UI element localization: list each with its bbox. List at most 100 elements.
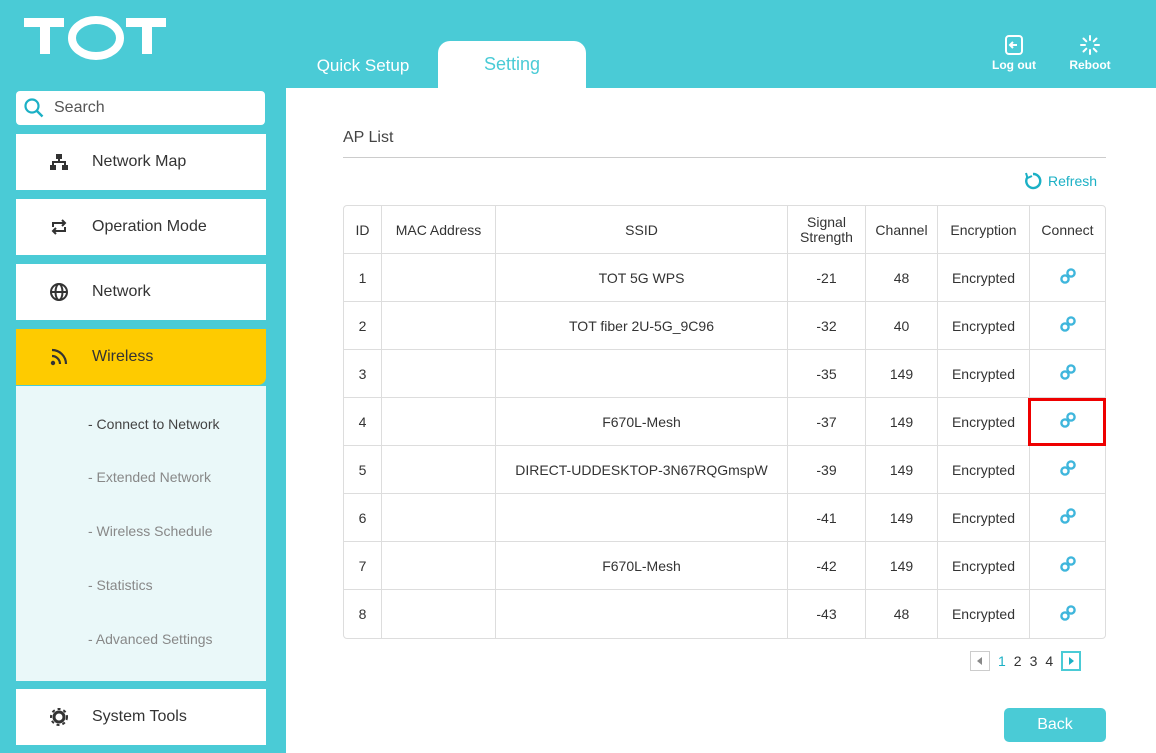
page-4[interactable]: 4 bbox=[1045, 653, 1053, 669]
page-3[interactable]: 3 bbox=[1030, 653, 1038, 669]
connect-link-icon[interactable] bbox=[1059, 411, 1077, 432]
sidebar-item-label: Wireless bbox=[92, 348, 154, 365]
refresh-button[interactable]: Refresh bbox=[1024, 172, 1097, 190]
cell-signal-strength: -41 bbox=[788, 494, 866, 542]
cell-connect bbox=[1030, 254, 1105, 302]
tab-quick-setup[interactable]: Quick Setup bbox=[296, 44, 430, 84]
cell-encryption: Encrypted bbox=[938, 350, 1030, 398]
cell-connect bbox=[1030, 302, 1105, 350]
cell-ssid: DIRECT-UDDESKTOP-3N67RQGmspW bbox=[496, 446, 788, 494]
reboot-icon bbox=[1080, 35, 1100, 55]
search-icon bbox=[24, 98, 44, 118]
cell-signal-strength: -35 bbox=[788, 350, 866, 398]
cell-signal-strength: -32 bbox=[788, 302, 866, 350]
table-row: 8 -43 48 Encrypted bbox=[344, 590, 1105, 638]
prev-page-button[interactable] bbox=[970, 651, 990, 671]
sidebar-item-label: Network Map bbox=[92, 153, 187, 170]
submenu-wireless-schedule[interactable]: - Wireless Schedule bbox=[88, 523, 213, 539]
cell-channel: 48 bbox=[866, 254, 938, 302]
cell-channel: 149 bbox=[866, 494, 938, 542]
cell-id: 7 bbox=[344, 542, 382, 590]
cell-connect bbox=[1030, 542, 1105, 590]
cell-connect bbox=[1030, 590, 1105, 638]
submenu-advanced-settings[interactable]: - Advanced Settings bbox=[88, 631, 213, 647]
sidebar: Search Network Map Operation Mode Networ… bbox=[0, 88, 286, 753]
cell-connect bbox=[1030, 446, 1105, 494]
sidebar-item-system-tools[interactable]: System Tools bbox=[16, 689, 266, 745]
reboot-button[interactable]: Reboot bbox=[1058, 34, 1122, 78]
cell-mac-address bbox=[382, 542, 496, 590]
cell-id: 3 bbox=[344, 350, 382, 398]
cell-connect bbox=[1030, 398, 1105, 446]
cell-mac-address bbox=[382, 494, 496, 542]
cell-id: 4 bbox=[344, 398, 382, 446]
cell-signal-strength: -21 bbox=[788, 254, 866, 302]
top-bar: Quick Setup Setting Log out Reboot bbox=[0, 0, 1156, 88]
sidebar-item-label: Network bbox=[92, 283, 151, 300]
sidebar-item-wireless[interactable]: Wireless bbox=[16, 329, 266, 385]
chevron-right-icon bbox=[1069, 657, 1075, 665]
page-2[interactable]: 2 bbox=[1014, 653, 1022, 669]
col-id: ID bbox=[344, 206, 382, 254]
col-connect: Connect bbox=[1030, 206, 1105, 254]
operation-mode-icon bbox=[48, 216, 70, 238]
cell-id: 8 bbox=[344, 590, 382, 638]
cell-mac-address bbox=[382, 398, 496, 446]
cell-channel: 149 bbox=[866, 446, 938, 494]
cell-ssid bbox=[496, 590, 788, 638]
back-button[interactable]: Back bbox=[1004, 708, 1106, 742]
logout-label: Log out bbox=[992, 58, 1036, 72]
cell-ssid: TOT fiber 2U-5G_9C96 bbox=[496, 302, 788, 350]
connect-link-icon[interactable] bbox=[1059, 267, 1077, 288]
wireless-submenu: - Connect to Network - Extended Network … bbox=[16, 386, 266, 681]
logout-icon bbox=[1005, 35, 1023, 55]
table-row: 7 F670L-Mesh -42 149 Encrypted bbox=[344, 542, 1105, 590]
cell-ssid bbox=[496, 494, 788, 542]
page-title: AP List bbox=[343, 129, 394, 146]
col-channel: Channel bbox=[866, 206, 938, 254]
submenu-connect-to-network[interactable]: - Connect to Network bbox=[88, 416, 220, 432]
cell-encryption: Encrypted bbox=[938, 542, 1030, 590]
cell-channel: 40 bbox=[866, 302, 938, 350]
main-content: AP List Refresh ID MAC Address SSID Sign… bbox=[286, 88, 1156, 753]
cell-encryption: Encrypted bbox=[938, 446, 1030, 494]
connect-link-icon[interactable] bbox=[1059, 555, 1077, 576]
refresh-icon bbox=[1025, 172, 1042, 190]
connect-link-icon[interactable] bbox=[1059, 507, 1077, 528]
table-row: 1 TOT 5G WPS -21 48 Encrypted bbox=[344, 254, 1105, 302]
logout-button[interactable]: Log out bbox=[982, 34, 1046, 78]
sidebar-item-network-map[interactable]: Network Map bbox=[16, 134, 266, 190]
sidebar-item-operation-mode[interactable]: Operation Mode bbox=[16, 199, 266, 255]
sidebar-item-network[interactable]: Network bbox=[16, 264, 266, 320]
submenu-extended-network[interactable]: - Extended Network bbox=[88, 469, 211, 485]
cell-signal-strength: -43 bbox=[788, 590, 866, 638]
connect-link-icon[interactable] bbox=[1059, 459, 1077, 480]
col-signal-strength: Signal Strength bbox=[788, 206, 866, 254]
cell-encryption: Encrypted bbox=[938, 302, 1030, 350]
gear-icon bbox=[48, 706, 70, 728]
sidebar-item-label: System Tools bbox=[92, 708, 187, 725]
col-mac-address: MAC Address bbox=[382, 206, 496, 254]
table-row: 5 DIRECT-UDDESKTOP-3N67RQGmspW -39 149 Encry… bbox=[344, 446, 1105, 494]
cell-channel: 149 bbox=[866, 398, 938, 446]
wireless-icon bbox=[48, 346, 70, 368]
cell-encryption: Encrypted bbox=[938, 254, 1030, 302]
connect-link-icon[interactable] bbox=[1059, 315, 1077, 336]
chevron-left-icon bbox=[977, 657, 982, 665]
connect-link-icon[interactable] bbox=[1059, 604, 1077, 625]
col-encryption: Encryption bbox=[938, 206, 1030, 254]
search-box[interactable]: Search bbox=[16, 91, 265, 125]
cell-ssid: F670L-Mesh bbox=[496, 398, 788, 446]
submenu-statistics[interactable]: - Statistics bbox=[88, 577, 153, 593]
cell-mac-address bbox=[382, 446, 496, 494]
table-row: 4 F670L-Mesh -37 149 Encrypted bbox=[344, 398, 1105, 446]
cell-mac-address bbox=[382, 302, 496, 350]
connect-link-icon[interactable] bbox=[1059, 363, 1077, 384]
divider bbox=[343, 157, 1106, 158]
page-1[interactable]: 1 bbox=[998, 653, 1006, 669]
network-map-icon bbox=[48, 151, 70, 173]
tab-setting[interactable]: Setting bbox=[438, 41, 586, 88]
cell-mac-address bbox=[382, 590, 496, 638]
next-page-button[interactable] bbox=[1061, 651, 1082, 671]
cell-ssid: F670L-Mesh bbox=[496, 542, 788, 590]
